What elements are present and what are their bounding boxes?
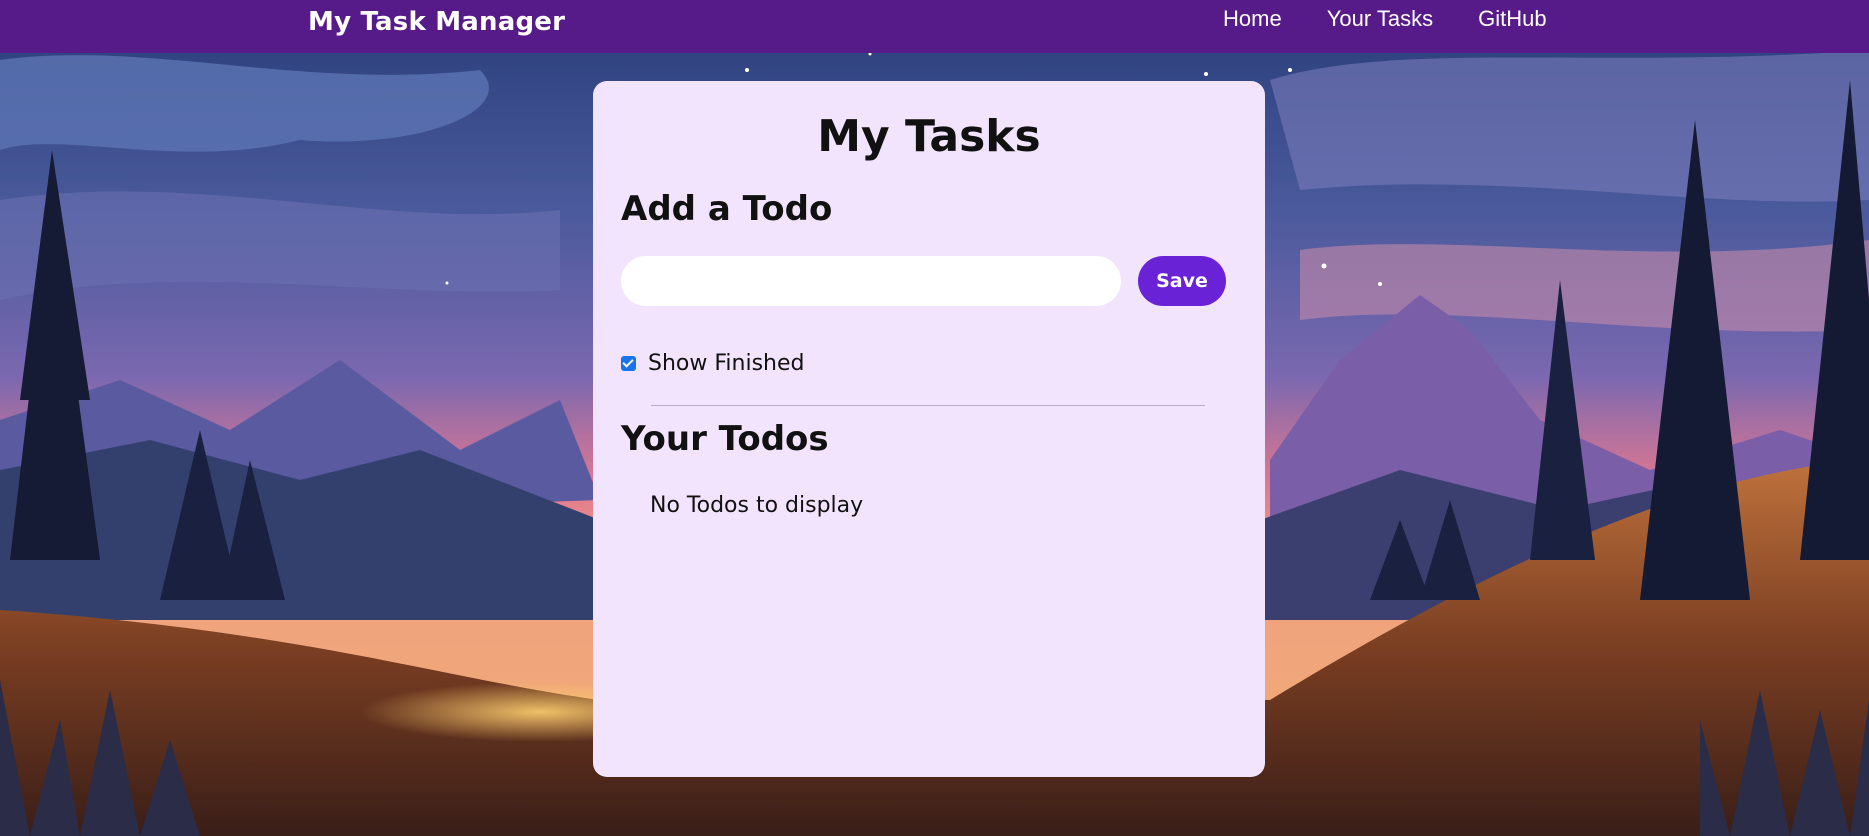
brand-title[interactable]: My Task Manager [308, 7, 565, 37]
empty-todos-message: No Todos to display [650, 493, 864, 518]
save-button[interactable]: Save [1138, 256, 1226, 306]
add-todo-heading: Add a Todo [621, 189, 833, 229]
nav-link-home[interactable]: Home [1223, 6, 1282, 32]
show-finished-row: Show Finished [621, 351, 804, 376]
your-todos-heading: Your Todos [621, 419, 829, 459]
nav-link-your-tasks[interactable]: Your Tasks [1327, 6, 1433, 32]
nav-link-github[interactable]: GitHub [1478, 6, 1546, 32]
page-title: My Tasks [817, 111, 1041, 162]
todo-input[interactable] [621, 256, 1121, 306]
divider [651, 405, 1205, 406]
nav-links: Home Your Tasks GitHub [1223, 6, 1547, 32]
tasks-card: My Tasks Add a Todo Save Show Finished Y… [593, 81, 1265, 777]
show-finished-checkbox[interactable] [621, 356, 636, 371]
show-finished-label[interactable]: Show Finished [648, 351, 804, 376]
top-navbar: My Task Manager Home Your Tasks GitHub [0, 0, 1869, 53]
